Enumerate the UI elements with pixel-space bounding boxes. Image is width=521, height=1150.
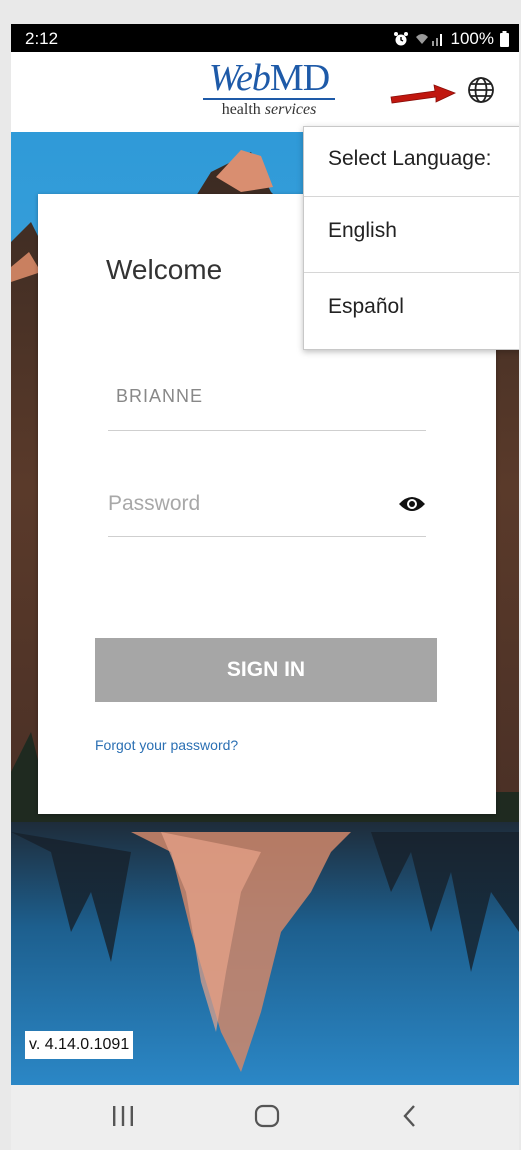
alarm-icon [393,31,409,47]
globe-icon [466,75,496,110]
language-option-espanol[interactable]: Español [304,273,519,349]
back-button[interactable] [390,1103,430,1133]
status-bar: 2:12 100% [11,24,519,52]
password-field [108,470,426,537]
logo-health: health [221,101,261,117]
sign-in-button[interactable]: SIGN IN [95,638,437,702]
app-header: WebMD health services [11,52,519,132]
language-button[interactable] [463,74,499,110]
logo-web: Web [208,57,271,99]
language-menu-header-label: Select Language: [328,147,492,170]
wifi-signal-icon [415,31,445,47]
battery-icon [500,31,509,47]
language-option-label: English [328,219,397,242]
username-field[interactable]: BRIANNE [108,364,426,431]
back-icon [402,1104,418,1133]
recents-icon [111,1105,135,1132]
welcome-title: Welcome [106,254,223,285]
annotation-arrow-icon [389,82,457,111]
password-input[interactable] [108,490,378,518]
webmd-logo: WebMD health services [199,58,339,124]
language-option-label: Español [328,295,404,318]
app-version-label: v. 4.14.0.1091 [25,1031,134,1059]
language-option-english[interactable]: English [304,197,519,273]
language-menu: Select Language: English Español [303,126,519,350]
status-time: 2:12 [25,29,59,48]
language-menu-header: Select Language: [304,127,519,197]
recents-button[interactable] [103,1103,143,1133]
home-icon [254,1104,280,1133]
home-button[interactable] [247,1103,287,1133]
logo-services: services [264,101,317,117]
eye-icon[interactable] [398,494,426,514]
logo-md: MD [269,57,330,99]
forgot-password-link[interactable]: Forgot your password? [95,737,238,753]
system-navigation-bar [11,1085,519,1150]
username-value: BRIANNE [116,386,204,406]
status-icons: 100% [393,29,509,49]
phone-screen: 2:12 100% WebMD health services Welcome … [11,24,519,1150]
battery-percent: 100% [450,29,494,48]
